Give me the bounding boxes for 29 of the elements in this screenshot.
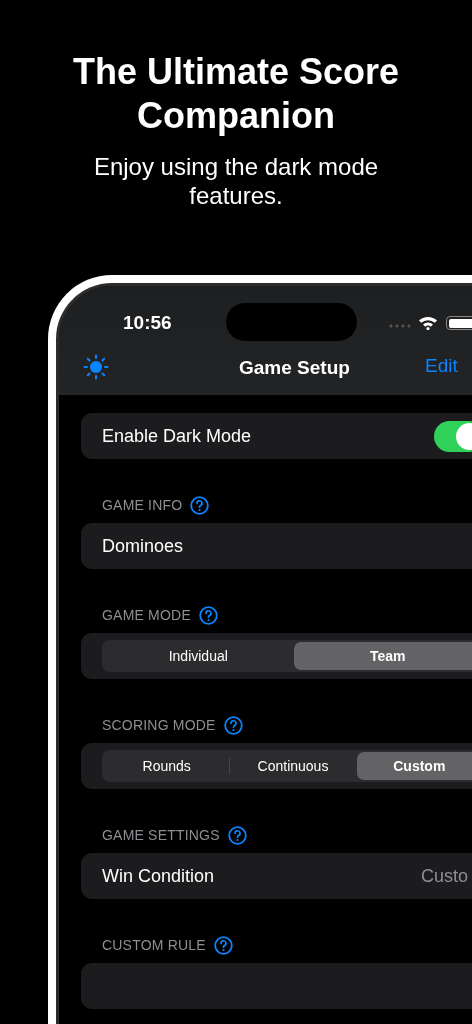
text-field[interactable]: Dominoes [81,523,472,569]
signal-dots-icon [389,324,411,328]
segment-option[interactable]: Individual [104,642,293,670]
setting-label: Win Condition [102,865,216,887]
headline: The Ultimate Score Companion [71,50,401,138]
segment-option[interactable]: Team [293,642,472,670]
help-icon[interactable] [213,935,233,955]
section-header: SCORING MODE [102,717,216,733]
help-icon[interactable] [198,605,218,625]
battery-icon [446,316,472,330]
dark-mode-toggle[interactable] [434,420,472,452]
help-icon[interactable] [223,715,243,735]
segment-option[interactable]: Continuous [230,752,356,780]
wifi-icon [418,315,438,330]
status-time: 10:56 [123,312,172,334]
help-icon[interactable] [190,495,210,515]
section-header: GAME SETTINGS [102,827,220,843]
setting-label: Enable Dark Mode [102,425,253,447]
subtitle: Enjoy using the dark mode features. [92,152,380,210]
edit-button[interactable]: Edit [425,355,458,377]
setting-value[interactable]: Custo [420,865,468,887]
section-header: GAME MODE [102,607,191,623]
segment-option[interactable]: Custom [356,752,472,780]
nav-title: Game Setup [239,357,350,379]
section-header: GAME INFO [102,497,183,513]
segment-option[interactable]: Rounds [104,752,230,780]
help-icon[interactable] [227,825,247,845]
section-header: CUSTOM RULE [102,937,206,953]
sun-icon[interactable] [83,354,109,380]
